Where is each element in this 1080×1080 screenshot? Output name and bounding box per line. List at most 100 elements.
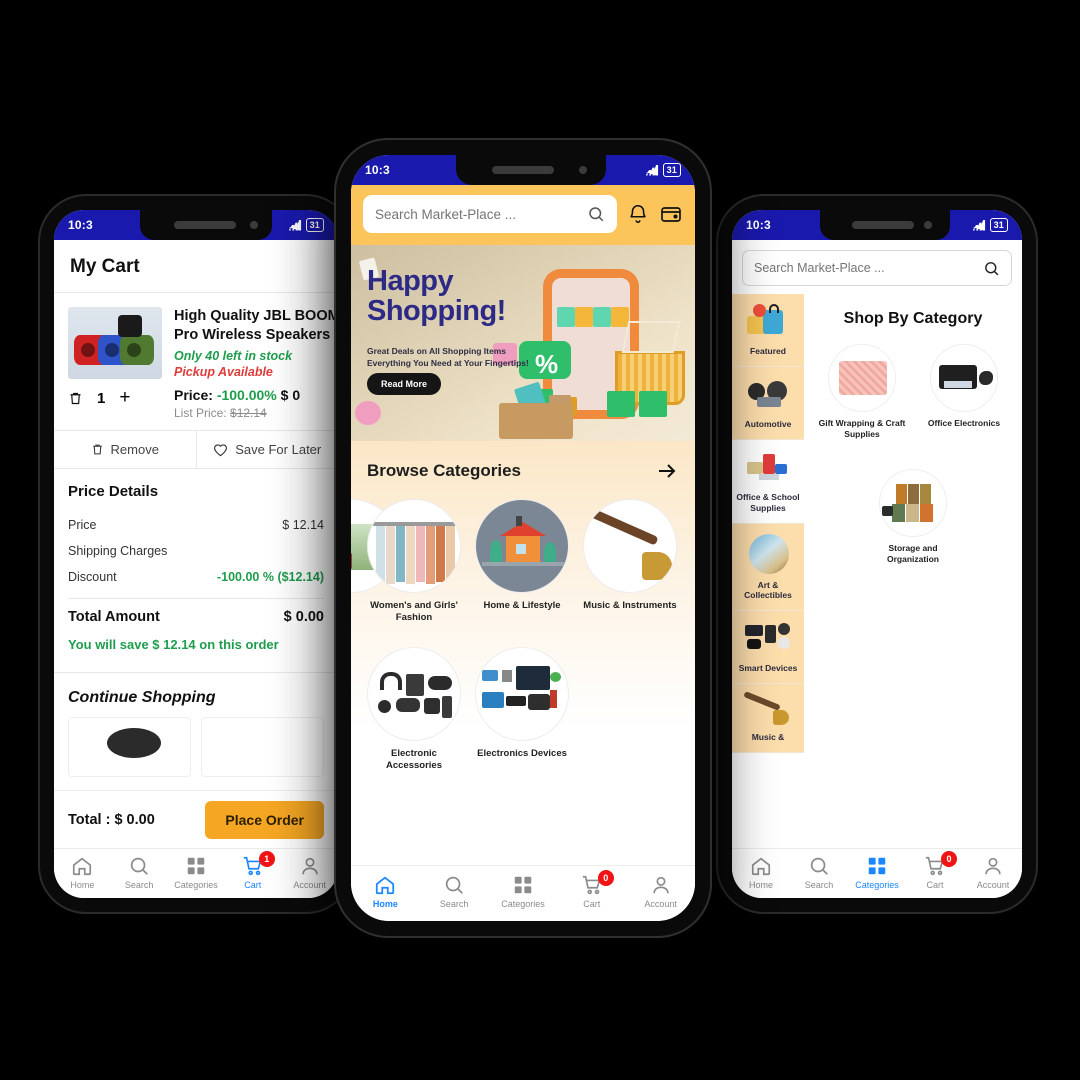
nav-item-search[interactable]: Search: [420, 874, 489, 909]
search-icon[interactable]: [587, 205, 605, 223]
cart-badge: 0: [941, 851, 957, 867]
suggested-product-card[interactable]: [201, 717, 324, 778]
browse-categories-header: Browse Categories: [367, 459, 679, 483]
pickup-text: Pickup Available: [174, 365, 273, 380]
sidebar-item-office-school[interactable]: Office & School Supplies: [732, 440, 804, 524]
status-indicators: 31: [645, 163, 681, 177]
increase-quantity-button[interactable]: +: [119, 387, 130, 409]
search-icon[interactable]: [983, 260, 1000, 277]
nav-item-account[interactable]: Account: [964, 855, 1022, 890]
category-item-home-lifestyle[interactable]: Home & Lifestyle: [475, 499, 569, 625]
savings-text: You will save $ 12.14 on this order: [68, 637, 279, 653]
category-cell-storage[interactable]: Storage and Organization: [869, 468, 957, 566]
price-block: Price: -100.00% $ 0 List Price: $12.14: [174, 387, 300, 420]
trash-icon[interactable]: [68, 390, 83, 407]
sidebar-item-featured[interactable]: Featured: [732, 294, 804, 367]
category-sidebar[interactable]: Featured Automotive Office & School Supp…: [732, 294, 804, 849]
price-label: Price:: [174, 387, 213, 404]
search-input[interactable]: [363, 195, 617, 233]
total-amount-label: Total Amount: [68, 609, 160, 626]
category-item-womens-fashion[interactable]: Women's and Girls' Fashion: [367, 499, 461, 625]
search-icon: [810, 857, 828, 875]
account-icon: [652, 876, 669, 894]
nav-item-categories[interactable]: Categories: [489, 874, 558, 909]
nav-item-categories[interactable]: Categories: [848, 855, 906, 890]
nav-item-categories[interactable]: Categories: [168, 855, 225, 890]
banner-headline: Happy Shopping!: [367, 265, 506, 326]
category-item-electronic-accessories[interactable]: Electronic Accessories: [367, 646, 461, 773]
banner-headline-line1: Happy: [367, 265, 454, 297]
home-icon: [73, 857, 92, 876]
phone-device-home: 10:3 31 Search Market-Place ... % Happy …: [336, 140, 710, 936]
categories-body: Featured Automotive Office & School Supp…: [732, 294, 1022, 849]
nav-item-home[interactable]: Home: [351, 874, 420, 909]
cart-badge: 1: [258, 851, 275, 867]
nav-label: Categories: [855, 880, 899, 890]
battery-badge: 31: [662, 163, 681, 177]
search-field[interactable]: [754, 261, 975, 275]
nav-label: Search: [439, 899, 469, 909]
banner-sub-line1: Great Deals on All Shopping Items: [367, 346, 507, 356]
nav-item-cart[interactable]: 1 Cart: [224, 851, 281, 890]
sidebar-item-automotive[interactable]: Automotive: [732, 366, 804, 440]
category-cell-gift-wrapping[interactable]: Gift Wrapping & Craft Supplies: [818, 344, 906, 441]
remove-button[interactable]: Remove: [54, 431, 196, 468]
nav-item-home[interactable]: Home: [54, 855, 111, 890]
product-info: High Quality JBL BOOMBOX Pro Wireless Sp…: [174, 307, 338, 380]
section-heading: Browse Categories: [367, 461, 521, 480]
list-price-label: List Price:: [174, 406, 227, 421]
continue-shopping-section: Continue Shopping: [54, 672, 338, 785]
grid-icon: [187, 857, 205, 875]
banner-subtext: Great Deals on All Shopping Items Everyt…: [367, 345, 529, 370]
nav-item-account[interactable]: Account: [281, 855, 338, 890]
wallet-icon[interactable]: [659, 202, 683, 226]
sidebar-label: Automotive: [744, 418, 792, 429]
list-price-value: $12.14: [230, 406, 267, 421]
sidebar-item-music[interactable]: Music &: [732, 684, 804, 753]
nav-item-cart[interactable]: 0 Cart: [557, 870, 626, 909]
product-title-line1: High Quality JBL BOOMBOX: [174, 308, 338, 324]
product-thumbnail[interactable]: [68, 307, 162, 379]
cart-screen: 10:3 31 My Cart High Quality JBL BOOM Pr…: [54, 210, 338, 898]
category-label: Office Electronics: [927, 418, 1001, 428]
promo-banner[interactable]: % Happy Shopping! Great Deals on All Sho…: [351, 245, 695, 441]
search-field[interactable]: [375, 206, 579, 222]
quantity-stepper[interactable]: 1 +: [68, 387, 162, 409]
category-thumbnail: [475, 646, 569, 741]
search-input[interactable]: [742, 250, 1012, 286]
category-item-electronics-devices[interactable]: Electronics Devices: [475, 646, 569, 773]
nav-item-account[interactable]: Account: [626, 874, 695, 909]
nav-item-search[interactable]: Search: [111, 855, 168, 890]
nav-label: Search: [804, 880, 834, 890]
nav-label: Home: [70, 880, 95, 890]
save-for-later-button[interactable]: Save For Later: [195, 431, 339, 469]
nav-item-home[interactable]: Home: [732, 855, 790, 890]
category-item-music-instruments[interactable]: Music & Instruments: [583, 499, 677, 625]
signal-icon: [972, 219, 986, 231]
shipping-row-label: Shipping Charges: [68, 544, 168, 559]
cart-item-row: High Quality JBL BOOMBOX Pro Wireless Sp…: [54, 293, 338, 385]
suggested-product-card[interactable]: [68, 717, 191, 778]
status-time: 10:3: [68, 218, 93, 232]
account-icon: [301, 857, 318, 875]
nav-item-search[interactable]: Search: [790, 855, 848, 890]
sidebar-item-smart-devices[interactable]: Smart Devices: [732, 611, 804, 685]
read-more-button[interactable]: Read More: [367, 373, 442, 395]
price-row-label: Price: [68, 518, 97, 533]
quantity-value: 1: [97, 389, 106, 407]
price-value: $ 0: [280, 387, 301, 404]
battery-badge: 31: [989, 218, 1008, 232]
list-price-line: List Price: $12.14: [174, 406, 300, 420]
bell-icon[interactable]: [627, 202, 649, 226]
speaker-art-green: [120, 335, 154, 365]
arrow-right-icon[interactable]: [655, 459, 679, 483]
sidebar-item-art-collectibles[interactable]: Art & Collectibles: [732, 523, 804, 612]
nav-item-cart[interactable]: 0 Cart: [906, 851, 964, 890]
category-cell-office-electronics[interactable]: Office Electronics: [920, 344, 1008, 441]
category-thumbnail: [583, 499, 677, 593]
checkout-total: Total : $ 0.00: [68, 812, 155, 828]
total-amount-value: $ 0.00: [283, 609, 324, 626]
category-row-1: Women's and Girls' Fashion Home & Lifest…: [351, 499, 679, 625]
category-thumbnail: [930, 344, 998, 412]
place-order-button[interactable]: Place Order: [205, 801, 324, 839]
